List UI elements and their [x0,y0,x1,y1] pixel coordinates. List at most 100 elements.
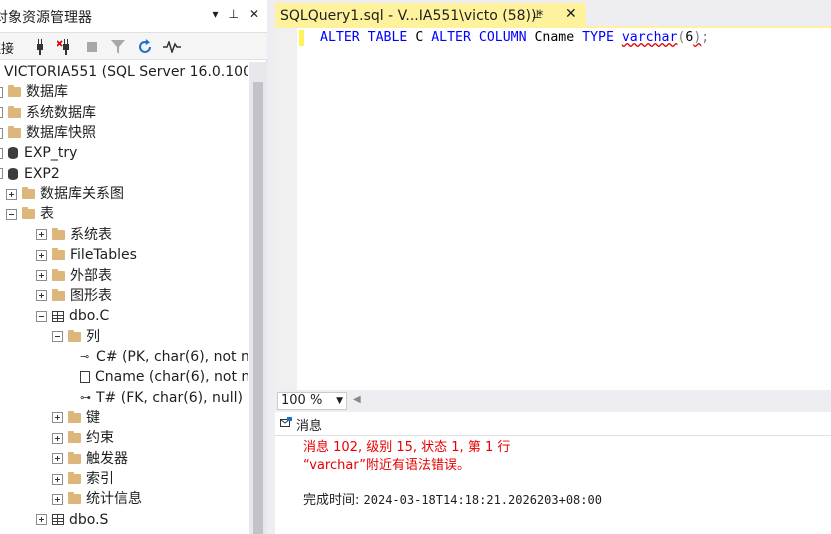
column-identifier: Cname [534,30,575,45]
expand-icon[interactable] [52,412,63,424]
tree-node-label: 图形表 [70,287,112,304]
tree-node[interactable]: VICTORIA551 (SQL Server 16.0.1000 [0,62,248,82]
filter-icon[interactable] [110,38,126,56]
tree-node-label: 索引 [86,471,114,487]
folder-icon [52,227,65,240]
tree-node-label: 数据库关系图 [40,186,124,203]
tree-node-label: 约束 [86,430,114,447]
tree-node-label: 数据库快照 [26,125,96,142]
tree-node[interactable]: 触发器 [52,449,128,469]
semicolon: ; [701,30,710,45]
tree-node[interactable]: EXP_try [0,143,77,163]
collapse-icon[interactable] [36,310,47,322]
tab-sqlquery1[interactable]: SQLQuery1.sql - V...IA551\victo (58))* ⊥… [275,3,586,28]
tree-node[interactable]: 图形表 [36,286,112,306]
tree-node-label: FileTables [70,247,137,264]
editor-status-bar: 100 % ▼ ◀ [275,390,831,412]
tree-node-label: 表 [40,206,54,223]
tree-node[interactable]: Cname (char(6), not null) [80,367,248,387]
panel-splitter[interactable] [267,0,275,534]
folder-icon [52,288,65,301]
code-line[interactable]: ALTER TABLE C ALTER COLUMN Cname TYPE va… [320,30,709,45]
tab-pin-icon[interactable]: ⊥ [532,7,542,21]
tab-messages[interactable]: 消息 [280,415,322,434]
folder-icon [8,126,21,139]
tree-node[interactable]: 键 [52,408,100,428]
expand-icon[interactable] [36,229,47,241]
tree-node[interactable]: 索引 [52,469,114,489]
tree-node[interactable]: FileTables [36,245,137,265]
activity-monitor-icon[interactable] [162,38,182,56]
tree-node-label: 外部表 [70,267,112,284]
tree-node[interactable]: 数据库关系图 [6,184,124,204]
database-icon [8,167,18,180]
window-position-icon[interactable]: ▾ [212,7,218,21]
scroll-left-icon[interactable]: ◀ [353,394,361,405]
expand-icon[interactable] [6,188,17,200]
tree-node[interactable]: 统计信息 [52,489,142,509]
connect-button[interactable]: 连接 [0,38,16,57]
kw-type: TYPE [582,30,614,45]
tree-node[interactable]: 系统表 [36,225,112,245]
scrollbar-thumb[interactable] [253,82,263,534]
messages-tab-label: 消息 [296,419,323,434]
expand-icon[interactable] [36,290,47,302]
tree-node[interactable]: 系统数据库 [0,103,96,123]
tree-node[interactable]: 表 [6,204,54,224]
tree-node-label: Cname (char(6), not null) [95,369,248,386]
table-icon [52,310,64,322]
collapse-icon[interactable] [6,208,17,220]
expand-icon[interactable] [52,453,63,465]
refresh-icon[interactable] [136,38,154,56]
tree-node[interactable]: 列 [52,327,100,347]
expand-icon[interactable] [36,249,47,261]
error-message-text: “varchar”附近有语法错误。 [303,458,470,473]
tree-node[interactable]: ⊸ C# (PK, char(6), not null) [80,347,248,367]
expand-icon[interactable] [36,270,47,281]
folder-icon [68,451,81,464]
tab-close-icon[interactable]: ✕ [565,6,577,22]
results-tab-bar: 消息 [275,412,831,436]
object-explorer-header: 对象资源管理器 ▾ ⊥ ✕ [0,0,267,32]
expand-icon[interactable] [36,514,47,526]
object-explorer-title: 对象资源管理器 [0,10,92,26]
collapse-icon[interactable] [52,331,63,343]
expand-icon[interactable] [0,107,3,119]
expand-icon[interactable] [0,147,3,159]
expand-icon[interactable] [52,473,63,485]
object-explorer-scrollbar[interactable] [249,62,267,534]
kw-table: TABLE [367,30,408,45]
tree-node-label: 统计信息 [86,491,142,508]
folder-icon [68,329,81,342]
tree-node-label: C# (PK, char(6), not null) [96,348,248,365]
stop-icon[interactable] [86,38,98,56]
query-editor[interactable]: ALTER TABLE C ALTER COLUMN Cname TYPE va… [275,28,831,390]
close-icon[interactable]: ✕ [249,7,259,21]
tree-node-label: 数据库 [26,84,68,101]
tab-title: SQLQuery1.sql - V...IA551\victo (58))* [280,7,544,24]
tree-node[interactable]: ⊶ T# (FK, char(6), null) [80,388,243,408]
folder-icon [52,248,65,261]
tree-node-label: 触发器 [86,450,128,467]
tree-node-label: 键 [86,409,100,426]
expand-icon[interactable] [0,127,3,139]
pin-icon[interactable]: ⊥ [228,7,238,21]
tree-node[interactable]: dbo.S [36,510,108,530]
folder-icon [68,472,81,484]
tree-node-label: 系统表 [70,226,112,243]
expand-icon[interactable] [52,493,63,505]
disconnect-icon[interactable] [56,38,76,56]
tree-node[interactable]: 数据库 [0,82,68,102]
collapse-icon[interactable] [0,86,3,98]
messages-icon [280,417,292,432]
tree-node[interactable]: 数据库快照 [0,123,96,143]
tree-node[interactable]: dbo.C [36,306,109,326]
collapse-icon[interactable] [0,168,3,180]
zoom-dropdown[interactable]: 100 % ▼ [277,392,347,410]
expand-icon[interactable] [52,432,63,444]
tree-node[interactable]: 外部表 [36,266,112,286]
completion-time: 2024-03-18T14:18:21.2026203+08:00 [363,493,602,507]
tree-node[interactable]: EXP2 [0,164,60,184]
connect-plug-icon[interactable] [32,38,48,56]
tree-node[interactable]: 约束 [52,428,114,448]
